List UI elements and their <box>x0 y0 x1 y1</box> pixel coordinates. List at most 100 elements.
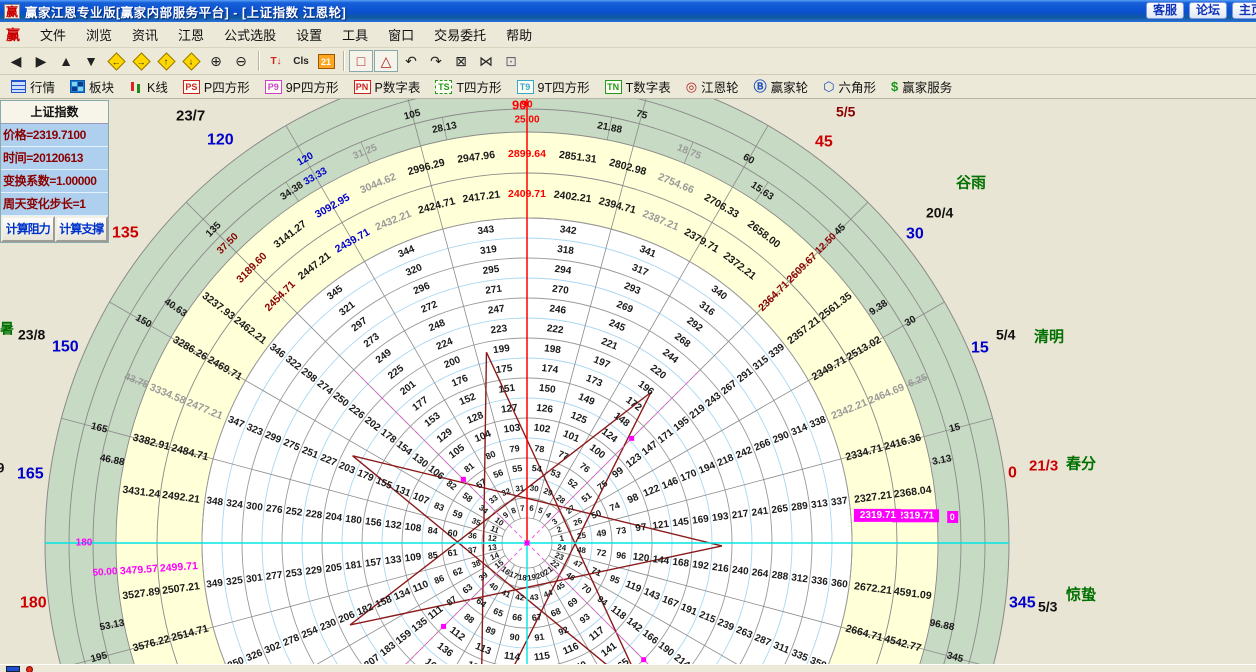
pan-left-button[interactable]: ← <box>104 50 128 72</box>
svg-text:300: 300 <box>245 501 263 514</box>
svg-text:270: 270 <box>551 284 569 297</box>
quotes-button[interactable]: 行情 <box>6 74 63 99</box>
svg-text:246: 246 <box>549 303 567 316</box>
t-table-button[interactable]: TNT数字表 <box>600 74 679 99</box>
t-square-button[interactable]: TST四方形 <box>430 74 509 99</box>
svg-text:97: 97 <box>635 522 648 534</box>
svg-text:223: 223 <box>490 323 508 336</box>
rotate-cw-button[interactable]: ↷ <box>424 50 448 72</box>
svg-text:79: 79 <box>509 443 520 454</box>
square-tool-button[interactable]: □ <box>349 50 373 72</box>
cls-button[interactable]: Cls <box>289 50 313 72</box>
winner-wheel-icon: Ⓑ <box>754 80 767 94</box>
svg-text:324: 324 <box>226 498 244 511</box>
svg-text:193: 193 <box>711 511 729 524</box>
winner-wheel-button[interactable]: Ⓑ赢家轮 <box>749 74 817 99</box>
rotate-ccw-button[interactable]: ↶ <box>399 50 423 72</box>
svg-text:360: 360 <box>830 578 848 591</box>
t-square-icon: TS <box>435 80 452 94</box>
9p-square-button[interactable]: P99P四方形 <box>260 74 347 99</box>
prev-arrow-icon: ◀ <box>11 53 22 70</box>
winner-service-button[interactable]: $赢家服务 <box>886 74 960 99</box>
calendar-button[interactable]: 21 <box>314 50 338 72</box>
menu-item-文件[interactable]: 文件 <box>30 22 76 47</box>
hexagon-button[interactable]: ⬡六角形 <box>818 74 884 99</box>
square-tool-icon: □ <box>357 53 365 69</box>
wheel-outer-label-清明: 清明 <box>1034 327 1064 345</box>
svg-text:103: 103 <box>503 422 521 435</box>
wheel-outer-label-处暑: 处暑 <box>0 320 14 336</box>
window-title: 赢家江恩专业版[赢家内部服务平台] - [上证指数 江恩轮] <box>25 2 346 21</box>
menu-item-江恩[interactable]: 江恩 <box>168 22 214 47</box>
svg-text:145: 145 <box>672 516 690 529</box>
p-table-icon: PN <box>354 80 371 94</box>
up-arrow-button[interactable]: ▲ <box>54 50 78 72</box>
9t-square-button[interactable]: T99T四方形 <box>512 74 598 99</box>
menu-item-窗口[interactable]: 窗口 <box>378 22 424 47</box>
9p-square-label: 9P四方形 <box>286 77 339 96</box>
title-bar: 赢 赢家江恩专业版[赢家内部服务平台] - [上证指数 江恩轮] 客服论坛主页 <box>0 0 1256 22</box>
svg-text:295: 295 <box>482 264 500 277</box>
wheel-outer-label-5/4: 5/4 <box>996 326 1016 342</box>
svg-text:31: 31 <box>515 483 526 493</box>
prev-arrow-button[interactable]: ◀ <box>4 50 28 72</box>
panel-buttons: 计算阻力计算支撑 <box>1 216 108 242</box>
wheel-outer-label-345: 345 <box>1009 594 1036 611</box>
svg-text:247: 247 <box>487 303 505 316</box>
panel-row-3: 周天变化步长=1 <box>1 193 108 216</box>
svg-text:54: 54 <box>531 463 542 474</box>
sectors-icon <box>70 80 85 93</box>
menu-item-浏览[interactable]: 浏览 <box>76 22 122 47</box>
panel-button-计算支撑[interactable]: 计算支撑 <box>55 216 109 242</box>
titlebar-button-论坛[interactable]: 论坛 <box>1189 2 1227 19</box>
rotate-cw-icon: ↷ <box>430 53 442 70</box>
quotes-label: 行情 <box>30 77 55 96</box>
next-arrow-button[interactable]: ▶ <box>29 50 53 72</box>
svg-text:169: 169 <box>692 514 710 527</box>
gann-wheel[interactable]: 1234567891011121314151617181920212223242… <box>0 99 1256 664</box>
zoom-in-icon: ⊕ <box>210 53 222 70</box>
svg-text:228: 228 <box>305 508 323 521</box>
svg-text:2319.71: 2319.71 <box>898 510 935 521</box>
titlebar-button-客服[interactable]: 客服 <box>1146 2 1184 19</box>
wheel-outer-label-165: 165 <box>17 465 44 482</box>
zoom-out-button[interactable]: ⊖ <box>229 50 253 72</box>
sectors-button[interactable]: 板块 <box>65 74 122 99</box>
center-fit-icon: ⋈ <box>479 53 493 70</box>
zoom-in-button[interactable]: ⊕ <box>204 50 228 72</box>
menu-item-工具[interactable]: 工具 <box>332 22 378 47</box>
svg-text:240: 240 <box>731 565 749 578</box>
pan-down-button[interactable]: ↓ <box>179 50 203 72</box>
app-logo-icon: 赢 <box>4 4 20 19</box>
svg-text:108: 108 <box>404 521 422 534</box>
gann-wheel-button[interactable]: ◎江恩轮 <box>681 74 747 99</box>
p-table-button[interactable]: PNP数字表 <box>349 74 429 99</box>
winner-service-icon: $ <box>891 80 898 94</box>
maximize-box-button[interactable]: ⊠ <box>449 50 473 72</box>
pan-left-icon: ← <box>107 52 125 70</box>
svg-text:319: 319 <box>480 244 498 257</box>
pan-up-button[interactable]: ↑ <box>154 50 178 72</box>
record-icon <box>26 666 33 672</box>
center-fit-button[interactable]: ⋈ <box>474 50 498 72</box>
svg-text:102: 102 <box>533 422 551 435</box>
down-arrow-button[interactable]: ▼ <box>79 50 103 72</box>
presentation-screen-button[interactable]: ⊡ <box>499 50 523 72</box>
titlebar-button-主页[interactable]: 主页 <box>1232 2 1256 19</box>
panel-button-计算阻力[interactable]: 计算阻力 <box>1 216 55 242</box>
menu-item-交易委托[interactable]: 交易委托 <box>424 22 496 47</box>
svg-text:84: 84 <box>427 525 438 536</box>
menu-item-设置[interactable]: 设置 <box>286 22 332 47</box>
svg-text:241: 241 <box>751 506 769 519</box>
updown-axis-button[interactable]: T↓ <box>264 50 288 72</box>
menu-item-公式选股[interactable]: 公式选股 <box>214 22 286 47</box>
svg-text:73: 73 <box>616 525 627 536</box>
pan-right-button[interactable]: → <box>129 50 153 72</box>
triangle-tool-button[interactable]: △ <box>374 50 398 72</box>
menu-item-帮助[interactable]: 帮助 <box>496 22 542 47</box>
svg-text:336: 336 <box>811 575 829 588</box>
presentation-screen-icon: ⊡ <box>505 53 517 70</box>
menu-item-资讯[interactable]: 资讯 <box>122 22 168 47</box>
kline-button[interactable]: K线 <box>124 74 176 99</box>
p-square-button[interactable]: PSP四方形 <box>178 74 258 99</box>
